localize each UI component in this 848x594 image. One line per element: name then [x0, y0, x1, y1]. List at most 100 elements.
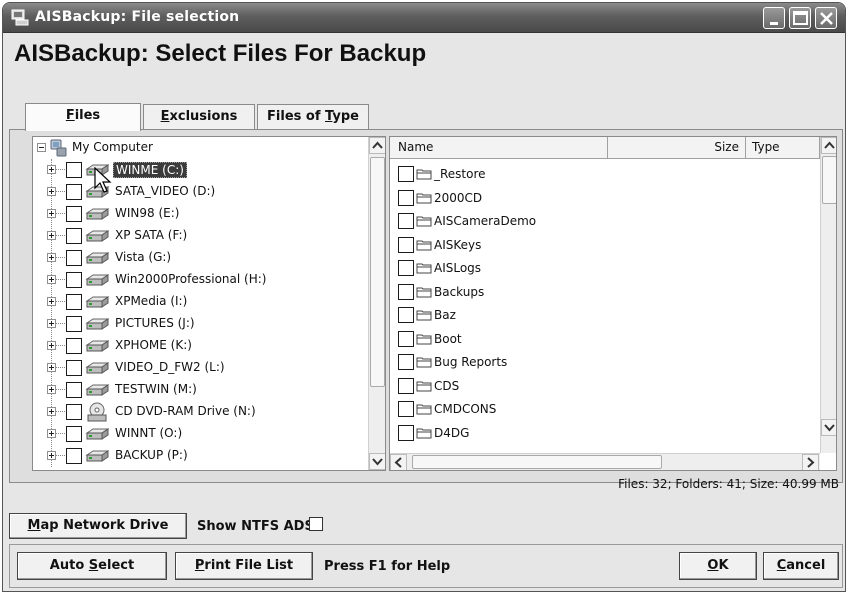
- scroll-down-button[interactable]: [369, 453, 385, 470]
- file-list-row[interactable]: Bug Reports: [394, 351, 814, 374]
- drive-tree[interactable]: My Computer WINME (C:) SATA_VIDEO (D:) WIN…: [32, 136, 386, 471]
- drive-checkbox[interactable]: [66, 338, 82, 354]
- expand-icon[interactable]: [47, 407, 56, 416]
- files-scroll-thumb[interactable]: [822, 156, 836, 204]
- expand-icon[interactable]: [47, 253, 56, 262]
- expand-icon[interactable]: [47, 187, 56, 196]
- files-horizontal-scrollbar[interactable]: [390, 453, 820, 470]
- folder-checkbox[interactable]: [398, 377, 414, 394]
- expand-icon[interactable]: [47, 451, 56, 460]
- drive-checkbox[interactable]: [66, 184, 82, 200]
- file-list-row[interactable]: AISCameraDemo: [394, 210, 814, 233]
- drive-checkbox[interactable]: [66, 382, 82, 398]
- map-network-drive-button[interactable]: Map Network Drive: [9, 513, 187, 539]
- drive-checkbox[interactable]: [66, 404, 82, 420]
- folder-checkbox[interactable]: [398, 236, 414, 253]
- expand-icon[interactable]: [47, 341, 56, 350]
- expand-icon[interactable]: [47, 209, 56, 218]
- minimize-button[interactable]: [763, 7, 785, 29]
- file-list-row[interactable]: 2000CD: [394, 187, 814, 210]
- folder-checkbox[interactable]: [398, 189, 414, 206]
- collapse-icon[interactable]: [37, 143, 46, 152]
- file-list-row[interactable]: AISLogs: [394, 257, 814, 280]
- tab-files-of-type[interactable]: Files of Type: [257, 104, 369, 130]
- tree-item-drive[interactable]: CD DVD-RAM Drive (N:): [33, 401, 373, 423]
- tree-item-drive[interactable]: SATA_VIDEO (D:): [33, 181, 373, 203]
- file-list-row[interactable]: CMDCONS: [394, 398, 814, 421]
- expand-icon[interactable]: [47, 385, 56, 394]
- scroll-right-button[interactable]: [802, 454, 819, 470]
- maximize-button[interactable]: [789, 7, 811, 29]
- close-button[interactable]: [815, 7, 837, 29]
- expand-icon[interactable]: [47, 429, 56, 438]
- tree-item-drive[interactable]: XPMedia (I:): [33, 291, 373, 313]
- expand-icon[interactable]: [47, 275, 56, 284]
- scroll-left-button[interactable]: [390, 454, 407, 470]
- folder-checkbox[interactable]: [398, 330, 414, 347]
- hard-drive-icon: [85, 428, 109, 440]
- file-list-row[interactable]: Boot: [394, 328, 814, 351]
- file-list[interactable]: Name Size Type _Restore 2000CD AISCameraDe…: [389, 136, 837, 471]
- tree-item-drive[interactable]: BACKUP (P:): [33, 445, 373, 467]
- folder-checkbox[interactable]: [398, 424, 414, 441]
- drive-checkbox[interactable]: [66, 294, 82, 310]
- tree-item-drive[interactable]: VIDEO_D_FW2 (L:): [33, 357, 373, 379]
- column-header-type[interactable]: Type: [746, 137, 820, 159]
- files-hscroll-thumb[interactable]: [412, 455, 662, 469]
- title-bar[interactable]: AISBackup: File selection: [3, 3, 845, 33]
- files-vertical-scrollbar[interactable]: [820, 137, 836, 453]
- drive-checkbox[interactable]: [66, 448, 82, 464]
- files-scroll-up-button[interactable]: [821, 137, 836, 154]
- expand-icon[interactable]: [47, 297, 56, 306]
- file-list-row[interactable]: Baz: [394, 304, 814, 327]
- print-file-list-button[interactable]: Print File List: [175, 552, 313, 580]
- show-ntfs-checkbox[interactable]: [309, 517, 323, 531]
- expand-icon[interactable]: [47, 319, 56, 328]
- tree-item-drive[interactable]: WINME (C:): [33, 159, 373, 181]
- folder-checkbox[interactable]: [398, 401, 414, 417]
- folder-checkbox[interactable]: [398, 213, 414, 229]
- folder-icon: [416, 240, 432, 250]
- expand-icon[interactable]: [47, 363, 56, 372]
- drive-checkbox[interactable]: [66, 316, 82, 332]
- file-list-row[interactable]: AISKeys: [394, 234, 814, 257]
- tab-exclusions[interactable]: Exclusions: [143, 104, 255, 130]
- file-list-row[interactable]: D4DG: [394, 422, 814, 445]
- tree-item-drive[interactable]: WIN98 (E:): [33, 203, 373, 225]
- folder-checkbox[interactable]: [398, 260, 414, 276]
- tree-vertical-scrollbar[interactable]: [368, 137, 385, 470]
- tree-item-drive[interactable]: WINNT (O:): [33, 423, 373, 445]
- folder-checkbox[interactable]: [398, 354, 414, 370]
- auto-select-button[interactable]: Auto Select: [17, 552, 167, 580]
- expand-icon[interactable]: [47, 165, 56, 174]
- drive-checkbox[interactable]: [66, 426, 82, 442]
- tab-files[interactable]: Files: [25, 103, 141, 131]
- drive-checkbox[interactable]: [66, 228, 82, 244]
- tree-item-drive[interactable]: Vista (G:): [33, 247, 373, 269]
- folder-checkbox[interactable]: [398, 283, 414, 300]
- tree-item-drive[interactable]: XP SATA (F:): [33, 225, 373, 247]
- file-list-row[interactable]: _Restore: [394, 163, 814, 186]
- drive-checkbox[interactable]: [66, 250, 82, 266]
- column-header-name[interactable]: Name: [390, 137, 608, 159]
- file-list-row[interactable]: CDS: [394, 375, 814, 398]
- tree-item-drive[interactable]: XPHOME (K:): [33, 335, 373, 357]
- file-list-row[interactable]: Backups: [394, 281, 814, 304]
- files-scroll-down-button[interactable]: [821, 419, 836, 436]
- cancel-button[interactable]: Cancel: [763, 552, 839, 580]
- tree-item-drive[interactable]: TESTWIN (M:): [33, 379, 373, 401]
- drive-checkbox[interactable]: [66, 272, 82, 288]
- drive-checkbox[interactable]: [66, 162, 82, 178]
- drive-checkbox[interactable]: [66, 206, 82, 222]
- column-header-size[interactable]: Size: [608, 137, 746, 159]
- tree-item-drive[interactable]: Win2000Professional (H:): [33, 269, 373, 291]
- expand-icon[interactable]: [47, 231, 56, 240]
- folder-checkbox[interactable]: [398, 166, 414, 182]
- tree-root[interactable]: My Computer: [33, 137, 373, 159]
- scroll-up-button[interactable]: [369, 137, 385, 154]
- tree-item-drive[interactable]: PICTURES (J:): [33, 313, 373, 335]
- drive-checkbox[interactable]: [66, 360, 82, 376]
- ok-button[interactable]: OK: [679, 552, 757, 580]
- folder-checkbox[interactable]: [398, 307, 414, 323]
- tree-scroll-thumb[interactable]: [370, 157, 385, 387]
